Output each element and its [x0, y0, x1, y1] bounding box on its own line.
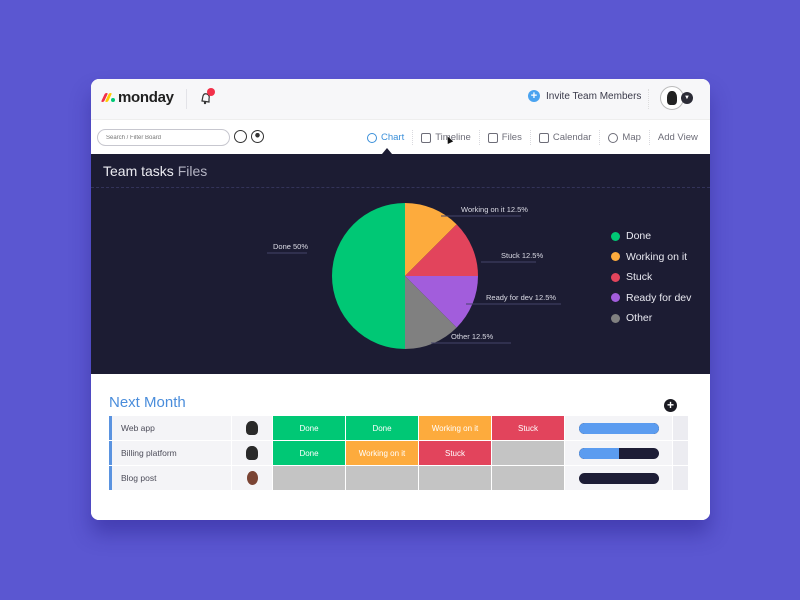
tab-label: Chart	[381, 132, 405, 143]
item-name-cell[interactable]: Web app	[109, 416, 231, 440]
invite-label: Invite Team Members	[546, 90, 642, 102]
chart-panel: Team tasks Files Done 50% Working on it 1…	[91, 154, 710, 374]
progress-bar	[578, 422, 659, 434]
progress-bar-fill	[578, 422, 659, 434]
status-cell[interactable]	[273, 466, 345, 490]
board-group: Next Month + Web app Done Done Working on i…	[91, 374, 710, 520]
files-icon	[487, 132, 498, 143]
row-end-cell	[673, 441, 688, 465]
legend-swatch	[611, 252, 620, 262]
chart-legend: Done Working on it Stuck Ready for dev Other	[611, 226, 691, 329]
table-row: Billing platform Done Working on it Stuck	[109, 441, 689, 466]
divider	[648, 89, 649, 109]
legend-label: Working on it	[626, 250, 688, 263]
tab-chart[interactable]: Chart	[367, 130, 412, 145]
legend-swatch	[611, 272, 620, 282]
status-cell[interactable]: Working on it	[346, 441, 418, 465]
group-title[interactable]: Next Month	[109, 394, 186, 411]
legend-item[interactable]: Stuck	[611, 267, 691, 288]
table-row: Blog post	[109, 466, 689, 491]
add-column-button[interactable]: +	[664, 399, 677, 412]
status-cell[interactable]	[419, 466, 491, 490]
divider	[186, 89, 187, 109]
progress-bar-fill	[578, 447, 619, 459]
tab-label: Files	[501, 132, 522, 143]
person-filter-icon[interactable]	[251, 130, 264, 143]
status-cell[interactable]: Done	[273, 441, 345, 465]
legend-swatch	[611, 231, 620, 241]
progress-bar	[578, 472, 659, 484]
progress-cell	[565, 416, 672, 440]
filter-icon[interactable]	[234, 130, 247, 143]
status-cell[interactable]: Stuck	[492, 416, 564, 440]
avatar	[246, 421, 258, 435]
notification-badge	[207, 88, 215, 96]
legend-label: Stuck	[626, 271, 653, 284]
logo-text: monday	[118, 89, 174, 106]
legend-item[interactable]: Other	[611, 308, 691, 329]
app-window: monday + Invite Team Members ▼ Chart Tim	[91, 79, 710, 520]
tab-calendar[interactable]: Calendar	[529, 130, 600, 145]
status-cell[interactable]: Done	[346, 416, 418, 440]
status-cell[interactable]: Done	[273, 416, 345, 440]
status-cell[interactable]: Working on it	[419, 416, 491, 440]
timeline-icon	[421, 132, 432, 143]
avatar	[246, 446, 258, 460]
pie-data-label: Done 50%	[273, 242, 308, 251]
chevron-down-icon[interactable]: ▼	[681, 92, 693, 104]
status-cell[interactable]: Stuck	[419, 441, 491, 465]
status-cell[interactable]	[346, 466, 418, 490]
progress-bar	[578, 447, 659, 459]
pie-chart-icon	[367, 132, 377, 143]
row-end-cell	[673, 416, 688, 440]
avatar	[246, 471, 258, 485]
pie-data-label: Working on it 12.5%	[461, 205, 528, 214]
add-view-button[interactable]: Add View	[648, 130, 706, 145]
view-tabs: Chart Timeline Files Calendar Map Add Vi…	[367, 130, 706, 145]
legend-label: Done	[626, 230, 652, 243]
calendar-icon	[538, 132, 549, 143]
pie-data-label: Stuck 12.5%	[501, 251, 543, 260]
legend-swatch	[611, 313, 620, 323]
plus-circle-icon: +	[528, 90, 540, 102]
person-cell[interactable]	[232, 441, 272, 465]
pie-slice-done[interactable]	[332, 203, 405, 349]
person-cell[interactable]	[232, 466, 272, 490]
table-row: Web app Done Done Working on it Stuck	[109, 416, 689, 441]
tab-map[interactable]: Map	[599, 130, 648, 145]
board-toolbar: Chart Timeline Files Calendar Map Add Vi…	[91, 119, 710, 154]
legend-item[interactable]: Working on it	[611, 247, 691, 268]
legend-item[interactable]: Done	[611, 226, 691, 247]
top-bar: monday + Invite Team Members ▼	[91, 79, 710, 119]
tab-label: Map	[622, 132, 641, 143]
legend-item[interactable]: Ready for dev	[611, 288, 691, 309]
status-cell[interactable]	[492, 441, 564, 465]
legend-label: Other	[626, 312, 653, 325]
monday-logo[interactable]: monday	[100, 89, 174, 106]
item-name-cell[interactable]: Blog post	[109, 466, 231, 490]
tab-files[interactable]: Files	[478, 130, 530, 145]
progress-cell	[565, 466, 672, 490]
status-cell[interactable]	[492, 466, 564, 490]
invite-team-members-button[interactable]: + Invite Team Members	[528, 90, 641, 102]
progress-cell	[565, 441, 672, 465]
map-pin-icon	[608, 132, 619, 143]
search-input[interactable]	[97, 129, 230, 146]
legend-swatch	[611, 293, 620, 303]
tab-label: Calendar	[552, 132, 592, 143]
pie-data-label: Other 12.5%	[451, 332, 493, 341]
tab-label: Add View	[657, 132, 698, 143]
legend-label: Ready for dev	[626, 291, 692, 304]
person-cell[interactable]	[232, 416, 272, 440]
board-table: Web app Done Done Working on it Stuck Billing…	[109, 416, 689, 491]
row-end-cell	[673, 466, 688, 490]
pie-data-label: Ready for dev 12.5%	[486, 293, 556, 302]
logo-mark-icon	[100, 93, 115, 102]
item-name-cell[interactable]: Billing platform	[109, 441, 231, 465]
